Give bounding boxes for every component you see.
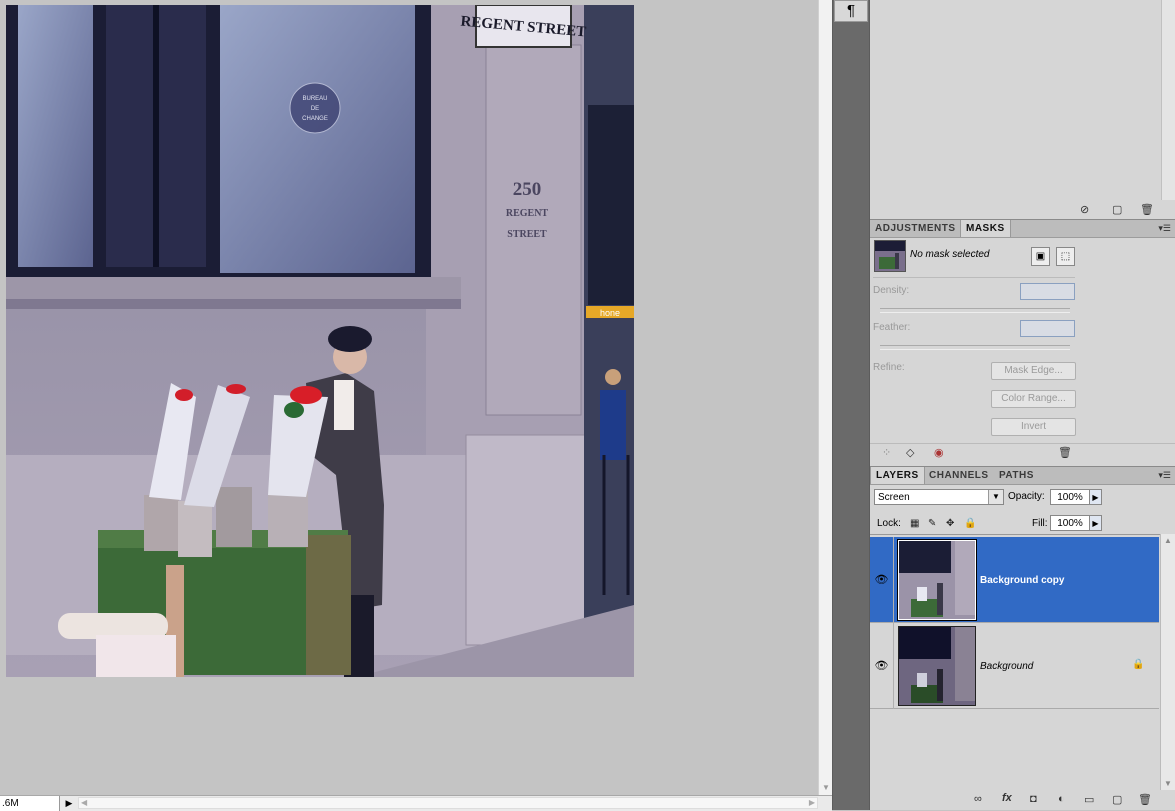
address-line-3: STREET xyxy=(507,229,547,240)
layers-panel-tabs: LAYERS CHANNELS PATHS ▾☰ xyxy=(870,466,1175,485)
address-number: 250 xyxy=(513,179,542,200)
lock-transparency-icon[interactable]: ▦ xyxy=(910,518,919,529)
mask-edge-button[interactable]: Mask Edge... xyxy=(991,362,1076,380)
address-line-2: REGENT xyxy=(506,208,549,219)
eye-icon[interactable]: 👁 xyxy=(870,537,894,623)
pixel-mask-button[interactable]: ▣ xyxy=(1031,247,1050,266)
opacity-input[interactable]: 100% xyxy=(1050,489,1090,505)
new-item-icon[interactable]: ▢ xyxy=(1112,203,1122,216)
density-slider[interactable] xyxy=(880,308,1070,313)
door-sign-text-1: BUREAU xyxy=(302,96,327,102)
density-label: Density: xyxy=(873,285,910,296)
adjustment-layer-icon[interactable]: ◐ xyxy=(1058,793,1065,805)
masks-footer: ⁘ ◇ ◉ 🗑 xyxy=(870,443,1175,461)
scroll-up-arrow-icon[interactable]: ▲ xyxy=(1164,536,1172,545)
apply-mask-icon[interactable]: ◇ xyxy=(906,446,914,459)
refine-label: Refine: xyxy=(873,362,905,373)
lock-position-icon[interactable]: ✥ xyxy=(946,518,954,529)
scroll-left-arrow-icon[interactable]: ◀ xyxy=(81,798,87,808)
top-panel: ⊘ ▢ 🗑 xyxy=(870,0,1175,218)
canvas-vertical-scrollbar[interactable]: ▼ xyxy=(818,0,833,795)
folder-icon[interactable]: ▭ xyxy=(1084,793,1094,806)
eye-icon[interactable]: 👁 xyxy=(870,623,894,709)
feather-slider[interactable] xyxy=(880,345,1070,350)
opacity-label: Opacity: xyxy=(1008,491,1045,502)
mask-thumbnail xyxy=(874,240,906,272)
layer-thumbnail xyxy=(897,539,977,621)
collapsed-panel-dock: ¶ xyxy=(833,0,869,810)
blend-mode-value: Screen xyxy=(878,492,910,503)
mask-thumbnail-image xyxy=(875,241,905,271)
no-mask-selected-text: No mask selected xyxy=(910,249,990,260)
layer-name[interactable]: Background copy xyxy=(980,575,1064,586)
delete-mask-icon[interactable]: 🗑 xyxy=(1058,446,1072,459)
trash-icon[interactable]: 🗑 xyxy=(1140,203,1154,216)
layers-scrollbar[interactable]: ▲ ▼ xyxy=(1160,534,1175,790)
tab-masks[interactable]: MASKS xyxy=(960,220,1011,237)
panel-menu-icon[interactable]: ▾☰ xyxy=(1158,223,1171,234)
lock-all-icon[interactable]: 🔒 xyxy=(964,518,976,529)
trash-icon[interactable]: 🗑 xyxy=(1138,793,1152,806)
cancel-icon[interactable]: ⊘ xyxy=(1080,203,1089,216)
feather-input[interactable] xyxy=(1020,320,1075,337)
feather-label: Feather: xyxy=(873,322,911,333)
add-mask-icon[interactable]: ◘ xyxy=(1030,793,1037,805)
layer-thumbnail xyxy=(898,626,976,706)
fill-input[interactable]: 100% xyxy=(1050,515,1090,531)
lock-icon: 🔒 xyxy=(1132,659,1145,670)
shop-sign-text: hone xyxy=(600,308,620,318)
status-bar: .6M ▶ ◀ ▶ xyxy=(0,795,832,811)
scroll-right-arrow-icon[interactable]: ▶ xyxy=(809,798,815,808)
layer-row-background-copy[interactable]: 👁 Background copy xyxy=(870,537,1159,623)
link-layers-icon[interactable]: ∞ xyxy=(974,793,982,805)
document-size-readout: .6M xyxy=(0,796,60,811)
lock-label: Lock: xyxy=(877,518,901,529)
top-panel-scrollbar[interactable] xyxy=(1161,0,1175,200)
tab-layers[interactable]: LAYERS xyxy=(870,467,925,484)
scroll-down-arrow-icon[interactable]: ▼ xyxy=(821,783,831,793)
paragraph-panel-icon[interactable]: ¶ xyxy=(834,0,868,22)
tab-adjustments[interactable]: ADJUSTMENTS xyxy=(870,220,961,237)
invert-button[interactable]: Invert xyxy=(991,418,1076,436)
chevron-down-icon[interactable]: ▼ xyxy=(988,490,1003,504)
load-selection-icon[interactable]: ⁘ xyxy=(882,446,891,459)
fx-icon[interactable]: fx xyxy=(1002,792,1012,804)
layer-name[interactable]: Background xyxy=(980,661,1033,672)
layer-thumbnail-image xyxy=(899,627,975,705)
color-range-button[interactable]: Color Range... xyxy=(991,390,1076,408)
lock-image-icon[interactable]: ✎ xyxy=(928,518,936,529)
status-menu-arrow-icon[interactable]: ▶ xyxy=(62,796,76,811)
layer-thumbnail-image xyxy=(899,541,975,619)
vector-mask-button[interactable]: ⬚ xyxy=(1056,247,1075,266)
tab-channels[interactable]: CHANNELS xyxy=(924,467,994,484)
scroll-down-arrow-icon[interactable]: ▼ xyxy=(1164,779,1172,788)
blend-mode-select[interactable]: Screen ▼ xyxy=(874,489,1004,505)
density-input[interactable] xyxy=(1020,283,1075,300)
panel-menu-icon[interactable]: ▾☰ xyxy=(1158,470,1171,481)
street-photo: BUREAU DE CHANGE REGENT STREET 250 REGEN… xyxy=(6,5,634,677)
tab-paths[interactable]: PATHS xyxy=(994,467,1039,484)
fill-slider-arrow-icon[interactable]: ▶ xyxy=(1090,515,1102,531)
opacity-slider-arrow-icon[interactable]: ▶ xyxy=(1090,489,1102,505)
masks-panel: ADJUSTMENTS MASKS ▾☰ No mask selected ▣ … xyxy=(870,219,1175,465)
door-sign-text-2: DE xyxy=(311,106,319,112)
layer-row-background[interactable]: 👁 Background 🔒 xyxy=(870,623,1159,709)
fill-label: Fill: xyxy=(1032,518,1048,529)
canvas-horizontal-scrollbar[interactable]: ◀ ▶ xyxy=(78,797,818,809)
masks-panel-tabs: ADJUSTMENTS MASKS ▾☰ xyxy=(870,219,1175,238)
layer-list: 👁 Background copy 👁 Background 🔒 xyxy=(870,534,1160,791)
layers-panel: LAYERS CHANNELS PATHS ▾☰ Screen ▼ Opacit… xyxy=(870,466,1175,810)
disable-mask-icon[interactable]: ◉ xyxy=(934,446,944,459)
door-sign-text-3: CHANGE xyxy=(302,116,328,122)
layers-footer: ∞ fx ◘ ◐ ▭ ▢ 🗑 xyxy=(870,790,1175,810)
panel-column: ⊘ ▢ 🗑 ADJUSTMENTS MASKS ▾☰ No mask selec… xyxy=(870,0,1175,810)
document-canvas-area[interactable]: BUREAU DE CHANGE REGENT STREET 250 REGEN… xyxy=(0,0,818,795)
document-image[interactable]: BUREAU DE CHANGE REGENT STREET 250 REGEN… xyxy=(6,5,634,677)
masks-separator xyxy=(873,277,1075,278)
new-layer-icon[interactable]: ▢ xyxy=(1112,793,1122,806)
